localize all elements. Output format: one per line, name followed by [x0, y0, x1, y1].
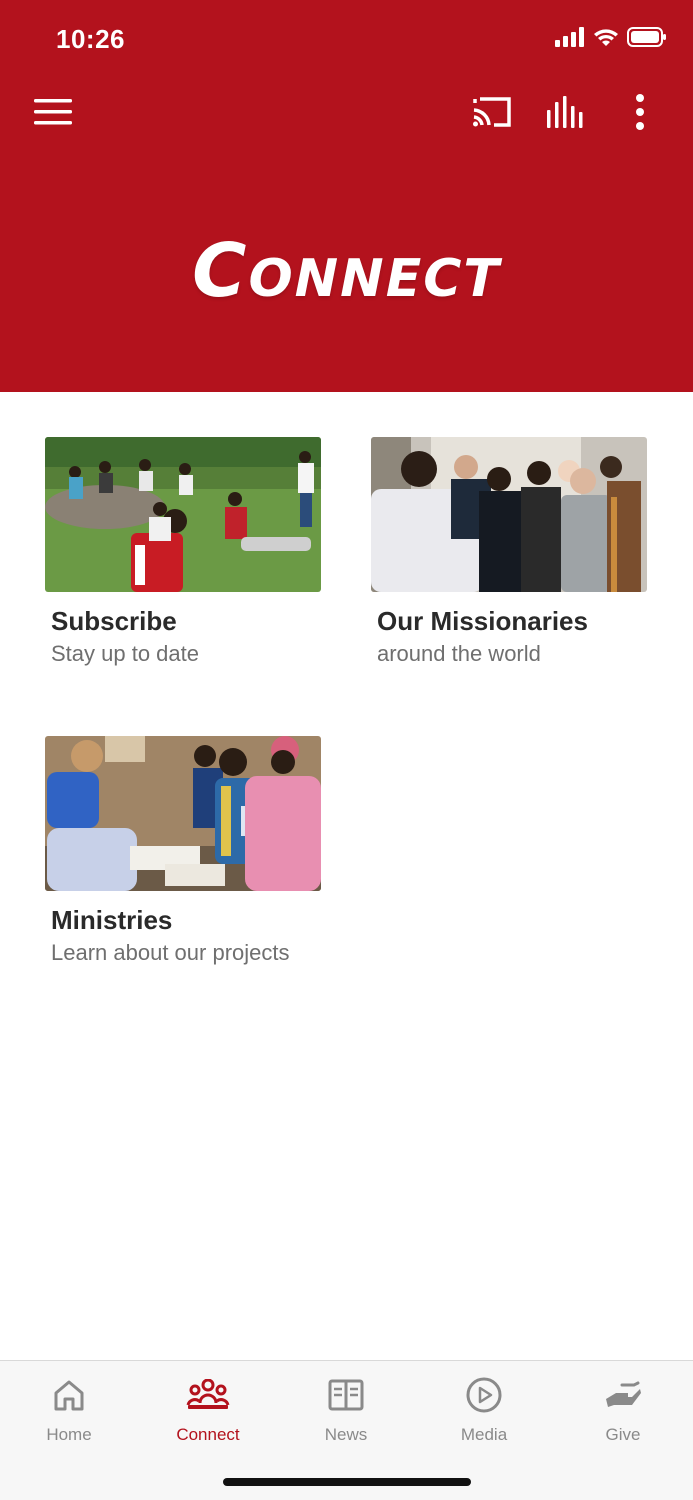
battery-icon	[627, 26, 667, 52]
more-options-button[interactable]	[616, 88, 664, 136]
tab-label: Connect	[176, 1425, 240, 1444]
card-title: Our Missionaries	[377, 606, 588, 636]
equalizer-icon	[547, 96, 583, 128]
status-time: 10:26	[56, 24, 125, 54]
status-bar: 10:26	[0, 0, 693, 80]
tab-news[interactable]: News	[277, 1375, 415, 1455]
card-our-missionaries[interactable]: Our Missionaries around the world	[371, 437, 649, 667]
cast-icon	[473, 97, 511, 127]
toolbar	[0, 80, 693, 144]
menu-button[interactable]	[29, 88, 77, 136]
tab-label: Give	[605, 1425, 641, 1444]
audio-button[interactable]	[541, 88, 589, 136]
giving-hand-icon	[606, 1381, 641, 1407]
wifi-icon	[593, 27, 619, 52]
home-icon	[54, 1380, 84, 1411]
tab-media[interactable]: Media	[415, 1375, 553, 1455]
tab-home[interactable]: Home	[0, 1375, 138, 1455]
card-ministries[interactable]: Ministries Learn about our projects	[45, 736, 323, 966]
card-subtitle: Stay up to date	[51, 641, 199, 666]
signal-icon	[555, 26, 585, 52]
hamburger-icon	[34, 99, 72, 125]
tab-connect[interactable]: Connect	[139, 1375, 277, 1455]
card-image	[45, 437, 321, 592]
more-vertical-icon	[636, 94, 644, 130]
play-icon	[466, 1377, 502, 1413]
page-title: Connect	[192, 228, 501, 314]
app-header: 10:26 Connect	[0, 0, 693, 392]
home-indicator	[223, 1478, 471, 1486]
card-title: Subscribe	[51, 606, 177, 636]
tab-label: Home	[46, 1425, 92, 1444]
status-icons	[555, 26, 667, 52]
tab-give[interactable]: Give	[554, 1375, 692, 1455]
book-icon	[328, 1379, 364, 1411]
cast-button[interactable]	[468, 88, 516, 136]
card-image	[45, 736, 321, 891]
card-title: Ministries	[51, 905, 173, 935]
tab-label: News	[324, 1425, 368, 1444]
card-subtitle: around the world	[377, 641, 541, 666]
people-icon	[186, 1379, 230, 1409]
card-subtitle: Learn about our projects	[51, 940, 290, 965]
card-image	[371, 437, 647, 592]
card-subscribe[interactable]: Subscribe Stay up to date	[45, 437, 323, 667]
tab-label: Media	[460, 1425, 508, 1444]
